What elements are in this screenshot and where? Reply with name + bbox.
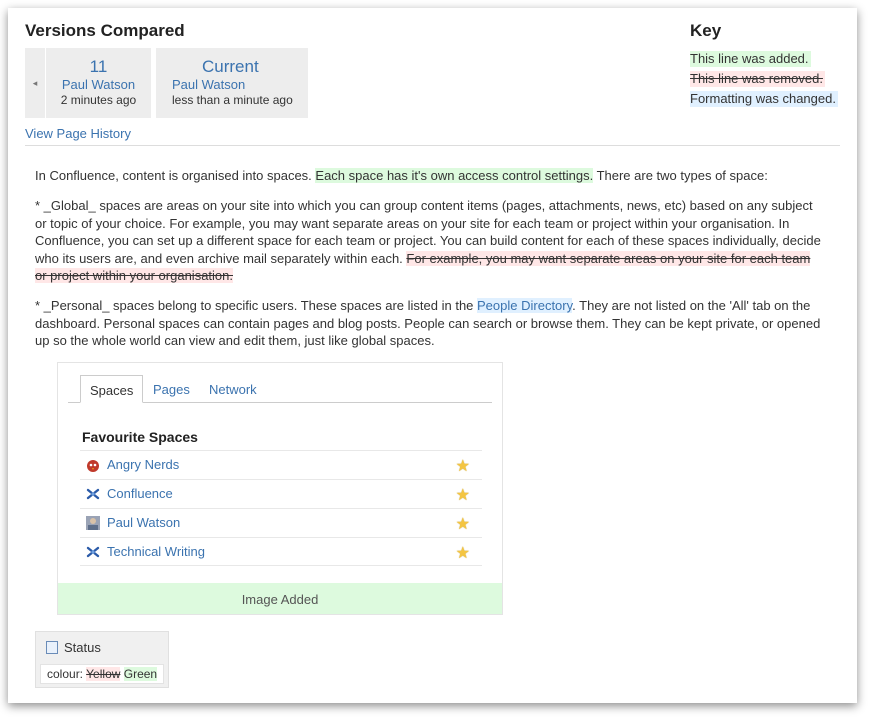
angry-bird-icon [86,458,100,472]
list-item[interactable]: Angry Nerds ★ [80,450,482,479]
status-macro: Status colour: Yellow Green [35,631,169,688]
confluence-icon [86,545,100,559]
version-current-number[interactable]: Current [172,57,308,77]
previous-version-button[interactable]: ◂ [25,48,45,118]
colour-label: colour: [47,667,84,681]
star-icon[interactable]: ★ [456,456,470,476]
text-span: In Confluence, content is organised into… [35,168,316,183]
star-icon[interactable]: ★ [456,514,470,534]
version-old-time: 2 minutes ago [60,93,137,107]
image-added-banner: Image Added [58,583,502,614]
star-icon[interactable]: ★ [456,543,470,563]
tab-pages[interactable]: Pages [153,375,190,402]
key-changed: Formatting was changed. [690,91,838,107]
old-colour-value: Yellow [86,667,121,681]
key-title: Key [690,21,722,40]
document-icon [46,641,58,654]
space-link[interactable]: Confluence [107,486,173,501]
version-current-author[interactable]: Paul Watson [172,77,308,93]
user-avatar-icon [86,516,100,530]
page-title: Versions Compared [25,21,185,40]
chevron-left-icon: ◂ [32,77,38,88]
widget-tabs: Spaces Pages Network [68,375,492,403]
space-link[interactable]: Technical Writing [107,544,205,559]
content-paragraph-2: * _Global_ spaces are areas on your site… [35,197,825,285]
status-colour-row: colour: Yellow Green [40,664,164,684]
star-icon[interactable]: ★ [456,485,470,505]
new-colour-value: Green [123,667,158,681]
list-item[interactable]: Confluence ★ [80,479,482,508]
tab-spaces[interactable]: Spaces [80,375,144,403]
key-added: This line was added. [690,51,811,67]
status-header: Status [46,640,101,655]
version-old-number[interactable]: 11 [46,57,151,77]
version-current-time: less than a minute ago [172,93,293,107]
tab-network[interactable]: Network [209,375,257,402]
view-page-history-link[interactable]: View Page History [25,126,131,141]
confluence-icon [86,487,100,501]
space-link[interactable]: Angry Nerds [107,457,179,472]
space-link[interactable]: Paul Watson [107,515,180,530]
divider [25,145,840,146]
version-old-author[interactable]: Paul Watson [46,77,151,93]
content-paragraph-1: In Confluence, content is organised into… [35,167,825,185]
content-paragraph-3: * _Personal_ spaces belong to specific u… [35,297,825,350]
added-text: Each space has it's own access control s… [315,168,594,183]
version-old-box: 11 Paul Watson 2 minutes ago [46,48,151,118]
key-removed: This line was removed. [690,71,825,87]
favourite-spaces-widget: Spaces Pages Network Favourite Spaces An… [57,362,503,615]
text-span: There are two types of space: [593,168,768,183]
status-title: Status [64,640,101,655]
list-item[interactable]: Technical Writing ★ [80,537,482,566]
text-span: * _Personal_ spaces belong to specific u… [35,298,478,313]
people-directory-link[interactable]: People Directory [477,298,573,313]
favourite-spaces-title: Favourite Spaces [82,429,198,445]
version-current-box: Current Paul Watson less than a minute a… [156,48,308,118]
list-item[interactable]: Paul Watson ★ [80,508,482,537]
